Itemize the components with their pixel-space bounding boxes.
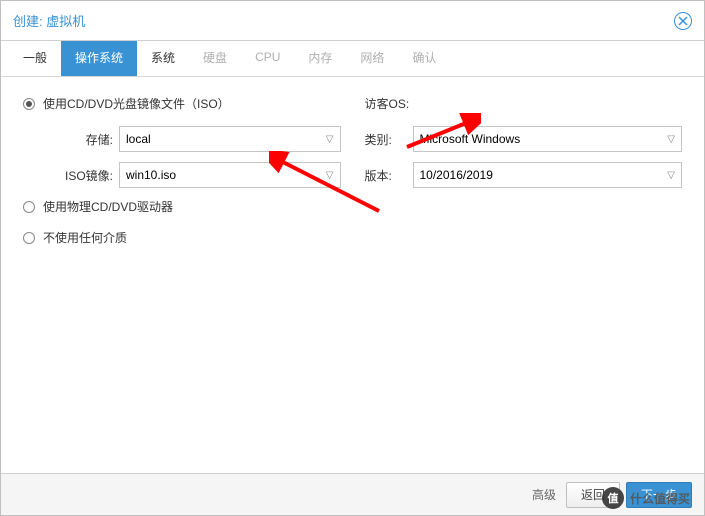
tab-cpu: CPU	[241, 41, 294, 76]
radio-use-physical[interactable]: 使用物理CD/DVD驱动器	[23, 198, 341, 215]
radio-use-none[interactable]: 不使用任何介质	[23, 229, 341, 246]
tab-os[interactable]: 操作系统	[61, 41, 137, 76]
watermark: 值 什么值得买	[602, 487, 690, 509]
iso-label: ISO镜像:	[43, 167, 113, 184]
version-value: 10/2016/2019	[420, 168, 493, 182]
radio-use-iso[interactable]: 使用CD/DVD光盘镜像文件（ISO）	[23, 95, 341, 112]
radio-icon	[23, 201, 35, 213]
iso-value: win10.iso	[126, 168, 176, 182]
guest-os-title: 访客OS:	[365, 95, 683, 112]
radio-icon	[23, 232, 35, 244]
tab-network: 网络	[346, 41, 398, 76]
tab-system[interactable]: 系统	[137, 41, 189, 76]
radio-label: 不使用任何介质	[43, 229, 127, 246]
chevron-down-icon: ▽	[667, 134, 675, 145]
iso-combo[interactable]: win10.iso ▽	[119, 162, 341, 188]
radio-label: 使用CD/DVD光盘镜像文件（ISO）	[43, 95, 230, 112]
chevron-down-icon: ▽	[326, 134, 334, 145]
tab-general[interactable]: 一般	[9, 41, 61, 76]
type-value: Microsoft Windows	[420, 132, 521, 146]
radio-label: 使用物理CD/DVD驱动器	[43, 198, 173, 215]
storage-combo[interactable]: local ▽	[119, 126, 341, 152]
tab-memory: 内存	[294, 41, 346, 76]
type-label: 类别:	[365, 131, 407, 148]
storage-value: local	[126, 132, 151, 146]
chevron-down-icon: ▽	[667, 170, 675, 181]
tab-confirm: 确认	[398, 41, 450, 76]
radio-icon	[23, 98, 35, 110]
tab-disk: 硬盘	[189, 41, 241, 76]
close-icon[interactable]	[674, 12, 692, 30]
dialog-title: 创建: 虚拟机	[13, 11, 85, 30]
storage-label: 存储:	[43, 131, 113, 148]
version-combo[interactable]: 10/2016/2019 ▽	[413, 162, 683, 188]
type-combo[interactable]: Microsoft Windows ▽	[413, 126, 683, 152]
chevron-down-icon: ▽	[326, 170, 334, 181]
wizard-tabs: 一般 操作系统 系统 硬盘 CPU 内存 网络 确认	[1, 41, 704, 77]
version-label: 版本:	[365, 167, 407, 184]
watermark-text: 什么值得买	[630, 490, 690, 507]
watermark-logo-icon: 值	[602, 487, 624, 509]
advanced-label: 高级	[532, 486, 556, 503]
